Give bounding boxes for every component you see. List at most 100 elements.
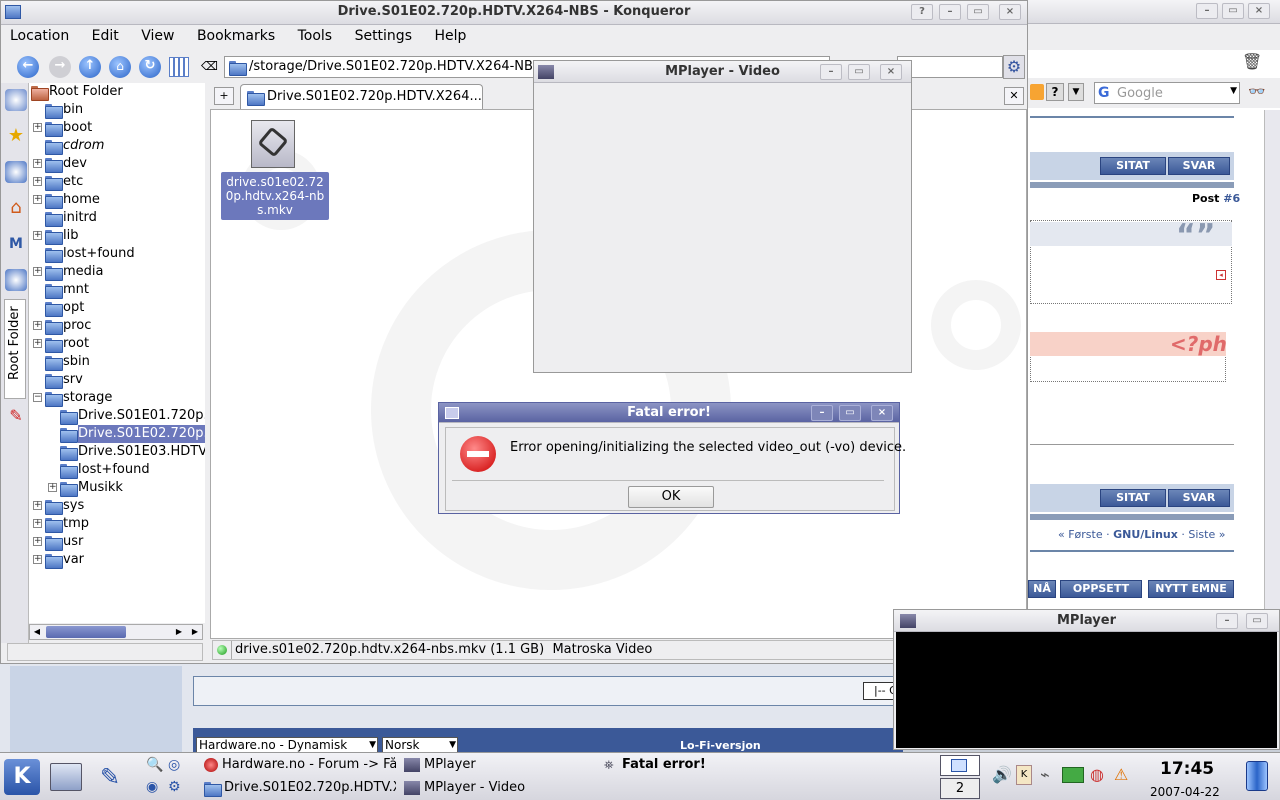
task-fatal-error[interactable]: ⛯ Fatal error! [600, 755, 930, 777]
na-button[interactable]: NÅ [1028, 580, 1056, 598]
expand-icon[interactable]: + [33, 177, 42, 186]
mplayer-video-min-button[interactable]: – [820, 64, 842, 80]
trash-icon[interactable]: 🗑 [1242, 52, 1262, 71]
home-icon[interactable]: ⌂ [109, 56, 131, 78]
splitter-handle[interactable] [205, 83, 209, 643]
mplayer-video-window-icon[interactable] [538, 65, 554, 79]
expand-icon[interactable]: + [33, 267, 42, 276]
kmenu-icon[interactable]: K [4, 759, 40, 795]
tree-item[interactable]: Drive.S01E02.720p.H [29, 425, 205, 443]
help-icon[interactable]: ? [1046, 83, 1064, 101]
tree-item[interactable]: mnt [29, 281, 205, 299]
close-tab-icon[interactable]: ✕ [1004, 87, 1024, 105]
task-mplayer-video[interactable]: MPlayer - Video [400, 778, 598, 800]
search-dropdown-icon[interactable]: ▼ [1230, 86, 1237, 96]
tree-item[interactable]: + dev [29, 155, 205, 173]
klipper-icon[interactable]: K [1016, 765, 1032, 785]
tree-item[interactable]: Drive.S01E03.HDTV.X [29, 443, 205, 461]
tree-item[interactable]: bin [29, 101, 205, 119]
menu-settings[interactable]: Settings [355, 28, 412, 44]
sitat-button[interactable]: SITAT [1100, 157, 1166, 175]
tree-item[interactable]: + lib [29, 227, 205, 245]
active-tab[interactable]: Drive.S01E02.720p.HDTV.X264... [240, 84, 483, 110]
search-icon[interactable]: 🔍 [146, 757, 163, 773]
expand-icon[interactable]: + [33, 339, 42, 348]
sidebar-tab-root-folder[interactable]: Root Folder [4, 299, 26, 399]
tree-item[interactable]: + boot [29, 119, 205, 137]
tree-item[interactable]: + etc [29, 173, 205, 191]
tree-item[interactable]: + proc [29, 317, 205, 335]
pager-desktop-2[interactable]: 2 [940, 778, 980, 799]
expand-icon[interactable]: + [33, 231, 42, 240]
sidebar-tab-bookmarks-icon[interactable] [5, 89, 27, 111]
browser-scrollbar[interactable] [1264, 110, 1280, 610]
expand-icon[interactable]: + [33, 555, 42, 564]
dialog-window-icon[interactable] [445, 407, 459, 419]
google-search-field[interactable]: G Google ▼ [1094, 82, 1240, 104]
konqueror-min-button[interactable]: – [939, 4, 961, 20]
dialog-close-button[interactable]: × [871, 405, 893, 421]
pager-desktop-1[interactable] [940, 755, 980, 776]
clock-date[interactable]: 2007-04-22 [1150, 785, 1220, 799]
tree-item[interactable]: + tmp [29, 515, 205, 533]
konqueror-max-button[interactable]: ▭ [967, 4, 989, 20]
network-icon[interactable]: ⚙ [168, 779, 181, 795]
nav-first-link[interactable]: « Første [1058, 528, 1103, 541]
expand-icon[interactable]: + [33, 321, 42, 330]
tree-item[interactable]: + home [29, 191, 205, 209]
menu-edit[interactable]: Edit [92, 28, 119, 44]
tree-item[interactable]: + usr [29, 533, 205, 551]
tree-item[interactable]: − storage [29, 389, 205, 407]
glasses-icon[interactable]: 👓 [1248, 84, 1265, 100]
forward-arrow-icon[interactable]: → [49, 56, 71, 78]
tree-item[interactable]: sbin [29, 353, 205, 371]
tree-item[interactable]: + root [29, 335, 205, 353]
volume-icon[interactable]: 🔊 [992, 765, 1012, 784]
scroll-right-icon[interactable]: ▶ [172, 625, 186, 639]
post-number[interactable]: #6 [1223, 192, 1240, 205]
nav-last-link[interactable]: Siste » [1188, 528, 1225, 541]
tree-item[interactable]: cdrom [29, 137, 205, 155]
konqueror-icon[interactable]: ◉ [146, 779, 158, 795]
tree-item[interactable]: + Musikk [29, 479, 205, 497]
mplayer-window-icon[interactable] [900, 614, 916, 628]
sidebar-tab-history-icon[interactable] [5, 161, 27, 183]
tree-hscrollbar[interactable]: ◀ ▶ ▶ [29, 624, 203, 640]
dialog-max-button[interactable]: ▭ [839, 405, 861, 421]
oppsett-button[interactable]: OPPSETT [1060, 580, 1142, 598]
expand-icon[interactable]: + [33, 537, 42, 546]
konqueror-close-button[interactable]: × [999, 4, 1021, 20]
svar-button[interactable]: SVAR [1168, 157, 1230, 175]
search-field[interactable] [897, 56, 1003, 78]
collapse-icon[interactable]: − [33, 393, 42, 402]
reload-icon[interactable]: ↻ [139, 56, 161, 78]
tree-item[interactable]: initrd [29, 209, 205, 227]
sidebar-tab-home-icon[interactable]: ⌂ [5, 197, 27, 219]
menu-help[interactable]: Help [434, 28, 466, 44]
sidebar-tab-media-icon[interactable]: M [5, 233, 27, 255]
tree-item[interactable]: + var [29, 551, 205, 569]
sidebar-tab-star-icon[interactable]: ★ [5, 125, 27, 147]
task-browser[interactable]: Hardware.no - Forum -> Får [200, 755, 398, 777]
menu-tools[interactable]: Tools [298, 28, 333, 44]
tree-item[interactable]: lost+found [29, 461, 205, 479]
battery-icon[interactable] [1062, 767, 1084, 783]
dialog-min-button[interactable]: – [811, 405, 833, 421]
warning-icon[interactable]: ⚠ [1114, 765, 1128, 784]
browser-min-button[interactable]: – [1196, 3, 1218, 19]
mplayer-video-max-button[interactable]: ▭ [848, 64, 870, 80]
browser-close-button[interactable]: × [1248, 3, 1270, 19]
task-mplayer[interactable]: MPlayer [400, 755, 598, 777]
nytt-emne-button[interactable]: NYTT EMNE [1148, 580, 1234, 598]
tree-item[interactable]: srv [29, 371, 205, 389]
tree-item[interactable]: opt [29, 299, 205, 317]
mplayer-video-area[interactable] [896, 632, 1277, 748]
dropdown-icon[interactable]: ▼ [1068, 83, 1084, 101]
konqueror-help-button[interactable]: ? [911, 4, 933, 20]
expand-icon[interactable]: + [33, 501, 42, 510]
lofi-link[interactable]: Lo-Fi-versjon [680, 739, 761, 752]
mplayer-video-close-button[interactable]: × [880, 64, 902, 80]
expand-icon[interactable]: + [33, 123, 42, 132]
sidebar-tab-network-icon[interactable] [5, 269, 27, 291]
ok-button[interactable]: OK [628, 486, 714, 508]
